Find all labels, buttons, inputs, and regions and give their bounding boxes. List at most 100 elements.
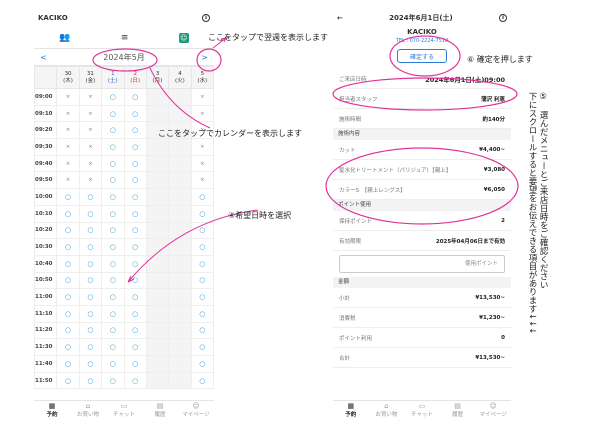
slot-available[interactable]: ○ <box>56 188 80 206</box>
slot-available[interactable]: ○ <box>101 254 125 273</box>
slot-available[interactable]: ○ <box>101 238 125 256</box>
slot-available[interactable]: ○ <box>101 88 125 106</box>
slot-available[interactable]: ○ <box>123 355 147 373</box>
slot-available[interactable]: ○ <box>56 221 80 240</box>
slot-available[interactable]: ○ <box>190 188 215 206</box>
slot-available[interactable]: ○ <box>123 188 147 206</box>
slot-available[interactable]: ○ <box>56 238 80 256</box>
slot-available[interactable]: ○ <box>190 321 215 340</box>
slot-available[interactable]: ○ <box>78 321 103 340</box>
slot-available[interactable]: ○ <box>101 321 125 340</box>
nav-item[interactable]: ⌂ お買い物 <box>70 401 106 420</box>
slot-available[interactable]: ○ <box>123 88 147 106</box>
slot-available[interactable]: ○ <box>56 204 80 223</box>
slot-available[interactable]: ○ <box>56 371 80 390</box>
nav-item[interactable]: ▦ 予約 <box>333 401 369 420</box>
info-icon[interactable]: i <box>499 14 507 22</box>
slot-available[interactable]: ○ <box>101 338 125 356</box>
slot-closed <box>145 254 170 273</box>
slot-available[interactable]: ○ <box>78 338 103 356</box>
expiry-value: 2025年04月06日まで有効 <box>435 238 505 245</box>
slot-available[interactable]: ○ <box>101 138 125 156</box>
nav-item[interactable]: ▤ 履歴 <box>440 401 476 420</box>
slot-available[interactable]: ○ <box>101 221 125 240</box>
info-icon[interactable]: i <box>202 14 210 22</box>
back-arrow-icon[interactable]: ← <box>337 14 343 22</box>
slot-available[interactable]: ○ <box>101 271 125 290</box>
slot-available[interactable]: ○ <box>101 204 125 223</box>
slot-available[interactable]: ○ <box>123 204 147 223</box>
slot-available[interactable]: ○ <box>56 271 80 290</box>
slot-unavailable: × <box>56 88 80 106</box>
slot-available[interactable]: ○ <box>78 304 103 323</box>
slot-available[interactable]: ○ <box>190 238 215 256</box>
slot-available[interactable]: ○ <box>101 104 125 123</box>
slot-available[interactable]: ○ <box>190 304 215 323</box>
slot-available[interactable]: ○ <box>123 288 147 306</box>
slot-available[interactable]: ○ <box>78 371 103 390</box>
slot-available[interactable]: ○ <box>56 355 80 373</box>
slot-available[interactable]: ○ <box>123 138 147 156</box>
salon-tel[interactable]: TEL : 070-2224-7510 <box>333 38 511 46</box>
slot-available[interactable]: ○ <box>78 254 103 273</box>
slot-available[interactable]: ○ <box>56 254 80 273</box>
slot-available[interactable]: ○ <box>190 271 215 290</box>
slot-available[interactable]: ○ <box>190 338 215 356</box>
day-date: 4 <box>178 70 182 77</box>
nav-item[interactable]: ▭ チャット <box>106 401 142 420</box>
slot-available[interactable]: ○ <box>190 288 215 306</box>
nav-item[interactable]: ▭ チャット <box>404 401 440 420</box>
nav-item[interactable]: ▤ 履歴 <box>142 401 178 420</box>
slot-available[interactable]: ○ <box>101 288 125 306</box>
slot-available[interactable]: ○ <box>190 204 215 223</box>
next-week-button[interactable]: > <box>201 53 208 62</box>
slot-available[interactable]: ○ <box>190 221 215 240</box>
nav-item[interactable]: ☺ マイページ <box>178 401 214 420</box>
menu-icon[interactable]: ≡ <box>121 33 129 43</box>
slot-available[interactable]: ○ <box>56 288 80 306</box>
nav-item[interactable]: ▦ 予約 <box>34 401 70 420</box>
slot-available[interactable]: ○ <box>56 338 80 356</box>
slot-available[interactable]: ○ <box>78 355 103 373</box>
slot-available[interactable]: ○ <box>78 288 103 306</box>
slot-available[interactable]: ○ <box>78 271 103 290</box>
slot-available[interactable]: ○ <box>123 238 147 256</box>
people-icon[interactable]: 👥 <box>59 33 70 43</box>
points-input[interactable]: 使用ポイント <box>339 255 505 273</box>
slot-available[interactable]: ○ <box>190 371 215 390</box>
slot-available[interactable]: ○ <box>123 321 147 340</box>
slot-available[interactable]: ○ <box>123 371 147 390</box>
slot-available[interactable]: ○ <box>78 204 103 223</box>
prev-week-button[interactable]: < <box>40 53 47 62</box>
slot-available[interactable]: ○ <box>101 304 125 323</box>
confirm-button[interactable]: 確定する <box>397 49 447 63</box>
slot-available[interactable]: ○ <box>123 338 147 356</box>
slot-available[interactable]: ○ <box>56 304 80 323</box>
slot-available[interactable]: ○ <box>123 254 147 273</box>
slot-available[interactable]: ○ <box>101 154 125 173</box>
slot-available[interactable]: ○ <box>123 154 147 173</box>
nav-item[interactable]: ⌂ お買い物 <box>369 401 405 420</box>
slot-available[interactable]: ○ <box>123 171 147 190</box>
month-label[interactable]: 2024年5月 <box>103 52 144 63</box>
slot-available[interactable]: ○ <box>190 355 215 373</box>
slot-available[interactable]: ○ <box>101 171 125 190</box>
slot-available[interactable]: ○ <box>190 254 215 273</box>
slot-available[interactable]: ○ <box>78 238 103 256</box>
slot-unavailable: × <box>56 154 80 173</box>
sticker-icon[interactable]: ☺ <box>178 33 189 43</box>
slot-available[interactable]: ○ <box>101 121 125 140</box>
slot-available[interactable]: ○ <box>101 355 125 373</box>
slot-available[interactable]: ○ <box>78 188 103 206</box>
slot-available[interactable]: ○ <box>123 221 147 240</box>
slot-available[interactable]: ○ <box>123 121 147 140</box>
slot-available[interactable]: ○ <box>101 371 125 390</box>
slot-available[interactable]: ○ <box>123 304 147 323</box>
nav-item[interactable]: ☺ マイページ <box>475 401 511 420</box>
slot-available[interactable]: ○ <box>101 188 125 206</box>
slot-available[interactable]: ○ <box>78 221 103 240</box>
slot-available[interactable]: ○ <box>56 321 80 340</box>
slot-available[interactable]: ○ <box>123 104 147 123</box>
time-row: 10:40 ○ ○ ○ ○ ○ <box>33 254 215 273</box>
slot-available[interactable]: ○ <box>123 271 147 290</box>
